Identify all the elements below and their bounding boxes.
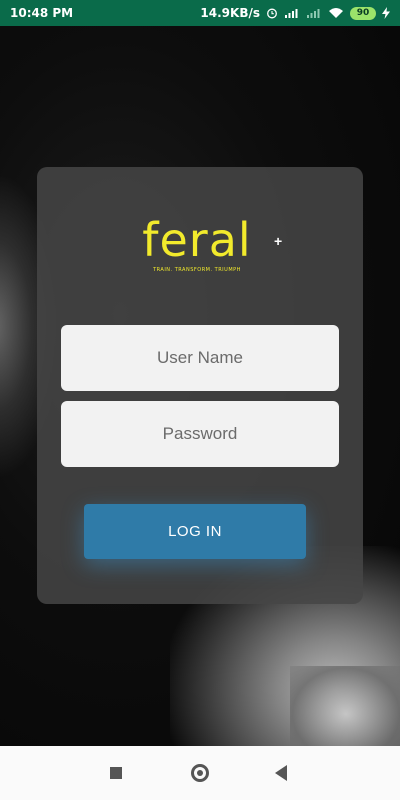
wifi-icon	[328, 7, 344, 19]
login-button[interactable]: LOG IN	[84, 504, 306, 559]
back-triangle-icon	[275, 765, 287, 781]
signal-4g-icon	[284, 7, 300, 19]
battery-icon: 90	[350, 6, 376, 20]
feral-logo: feral TRAIN. TRANSFORM. TRIUMPH	[142, 215, 252, 273]
charging-icon	[382, 7, 390, 19]
background-arm	[290, 666, 400, 746]
login-card: feral TRAIN. TRANSFORM. TRIUMPH + LOG IN	[37, 167, 363, 604]
navigation-bar	[0, 746, 400, 800]
network-speed: 14.9KB/s	[200, 6, 260, 20]
recent-apps-button[interactable]	[86, 746, 146, 800]
back-button[interactable]	[251, 746, 311, 800]
home-circle-icon	[191, 764, 209, 782]
status-bar: 10:48 PM 14.9KB/s 90	[0, 0, 400, 26]
logo-tagline: TRAIN. TRANSFORM. TRIUMPH	[153, 267, 241, 273]
status-time: 10:48 PM	[10, 6, 74, 20]
plus-icon: +	[274, 233, 283, 249]
status-icons: 14.9KB/s 90	[200, 6, 390, 20]
password-field[interactable]	[61, 401, 339, 467]
logo-wordmark: feral	[142, 213, 252, 267]
square-icon	[110, 767, 122, 779]
alarm-icon	[266, 7, 278, 19]
signal-icon	[306, 7, 322, 19]
username-field[interactable]	[61, 325, 339, 391]
home-button[interactable]	[170, 746, 230, 800]
